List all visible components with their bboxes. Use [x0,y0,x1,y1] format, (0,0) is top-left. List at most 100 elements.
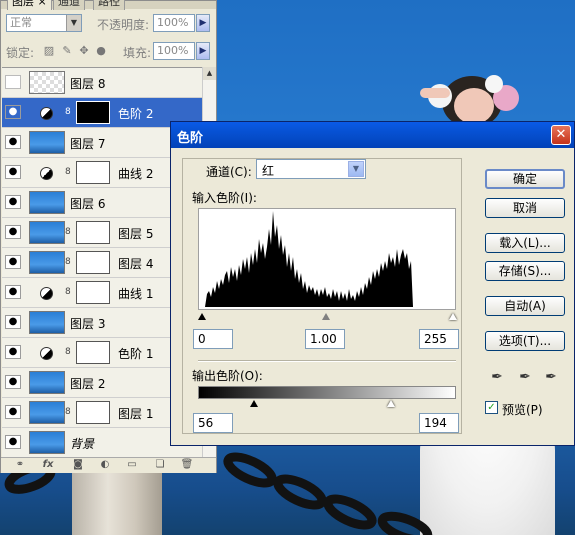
mask-icon[interactable]: ◙ [71,459,85,471]
output-white-slider[interactable] [387,400,395,407]
eye-icon[interactable]: ● [5,405,21,419]
divider [198,360,456,362]
layer-name: 图层 1 [118,407,154,421]
lock-transparency-icon[interactable]: ▨ [43,45,55,57]
eye-icon[interactable]: ● [5,255,21,269]
eye-icon[interactable]: ● [5,165,21,179]
eye-icon[interactable]: ● [5,315,21,329]
output-gradient-bar [198,386,456,399]
channel-select[interactable]: 红 ▼ [256,159,366,179]
layer-thumbnail [29,251,65,274]
link-chain-icon: 8 [65,107,71,117]
lock-all-icon[interactable]: ● [95,45,107,57]
adjustment-layer-icon [40,107,53,120]
output-black-field[interactable]: 56 [193,413,233,433]
eye-icon[interactable]: ● [5,195,21,209]
input-levels-label: 输入色阶(I): [192,191,257,205]
lock-label: 锁定: [6,46,35,60]
cancel-button[interactable]: 取消 [485,198,565,218]
layer-name: 色阶 2 [118,107,154,121]
eye-icon[interactable]: ● [5,375,21,389]
layer-thumbnail [29,401,65,424]
eye-icon[interactable]: ● [5,225,21,239]
chevron-down-icon: ▼ [66,15,81,31]
close-button[interactable]: ✕ [551,125,571,145]
adjustment-layer-icon [40,347,53,360]
layer-name: 曲线 2 [118,167,154,181]
preview-label: 预览(P) [502,403,543,417]
layer-thumbnail [29,221,65,244]
layer-name: 图层 5 [118,227,154,241]
levels-dialog: 色阶 ✕ 通道(C): 红 ▼ 输入色阶(I): 0 1.00 255 输出色阶… [170,121,575,446]
adjustment-layer-icon [40,287,53,300]
tab-layers[interactable]: 图层 × [7,0,52,10]
opacity-input[interactable]: 100% [153,14,195,32]
opacity-label: 不透明度: [97,18,150,32]
folder-icon[interactable]: ▭ [125,459,139,471]
link-icon[interactable]: ⚭ [13,459,27,471]
layer-mask-thumbnail[interactable] [76,281,110,304]
layer-name: 背景 [70,437,95,451]
layer-mask-thumbnail[interactable] [76,251,110,274]
lock-brush-icon[interactable]: ✎ [61,45,73,57]
layer-row[interactable]: 图层 8 [2,68,202,98]
fill-arrow-button[interactable]: ▶ [196,42,210,60]
layer-name: 图层 3 [70,317,106,331]
tab-paths[interactable]: 路径 [93,0,125,10]
fill-input[interactable]: 100% [153,42,195,60]
options-button[interactable]: 选项(T)... [485,331,565,351]
layer-thumbnail [29,131,65,154]
scroll-up-icon[interactable]: ▲ [203,67,216,80]
link-chain-icon: 8 [65,347,71,357]
channel-value: 红 [262,164,275,178]
eye-icon[interactable]: ● [5,285,21,299]
black-eyedropper-icon[interactable]: ✒ [489,368,505,386]
new-layer-icon[interactable]: ❏ [153,459,167,471]
save-button[interactable]: 存储(S)... [485,261,565,281]
auto-button[interactable]: 自动(A) [485,296,565,316]
lock-move-icon[interactable]: ✥ [78,45,90,57]
output-black-slider[interactable] [250,400,258,407]
blend-mode-select[interactable]: 正常 ▼ [6,14,82,32]
adjustment-icon[interactable]: ◐ [98,459,112,471]
panel-tabs: 图层 × 通道 路径 [1,0,216,10]
output-white-field[interactable]: 194 [419,413,459,433]
histogram [198,208,456,310]
layer-mask-thumbnail[interactable] [76,101,110,124]
input-white-slider[interactable] [449,313,457,320]
input-gamma-slider[interactable] [322,313,330,320]
white-eyedropper-icon[interactable]: ✒ [543,368,559,386]
input-black-slider[interactable] [198,313,206,320]
input-black-field[interactable]: 0 [193,329,233,349]
layer-thumbnail [29,431,65,454]
visibility-toggle[interactable] [5,75,21,89]
layer-name: 图层 2 [70,377,106,391]
gray-eyedropper-icon[interactable]: ✒ [517,368,533,386]
input-white-field[interactable]: 255 [419,329,459,349]
tab-channels[interactable]: 通道 [53,0,85,10]
link-chain-icon: 8 [65,227,71,237]
layer-name: 图层 6 [70,197,106,211]
preview-checkbox[interactable]: ✓ [485,401,498,414]
layer-mask-thumbnail[interactable] [76,221,110,244]
trash-icon[interactable]: 🗑 [180,459,194,471]
input-gamma-field[interactable]: 1.00 [305,329,345,349]
layer-mask-thumbnail[interactable] [76,341,110,364]
eye-icon[interactable]: ● [5,105,21,119]
layer-mask-thumbnail[interactable] [76,401,110,424]
eye-icon[interactable]: ● [5,135,21,149]
link-chain-icon: 8 [65,257,71,267]
dialog-title: 色阶 [177,131,204,146]
fx-icon[interactable]: fx [41,459,55,471]
ok-button[interactable]: 确定 [485,169,565,189]
dialog-title-bar[interactable]: 色阶 ✕ [171,122,574,148]
link-chain-icon: 8 [65,287,71,297]
layer-mask-thumbnail[interactable] [76,161,110,184]
eye-icon[interactable]: ● [5,345,21,359]
opacity-arrow-button[interactable]: ▶ [196,14,210,32]
layer-name: 色阶 1 [118,347,154,361]
tab-close-icon[interactable]: × [38,0,47,8]
eye-icon[interactable]: ● [5,435,21,449]
load-button[interactable]: 载入(L)... [485,233,565,253]
fill-label: 填充: [123,46,152,60]
